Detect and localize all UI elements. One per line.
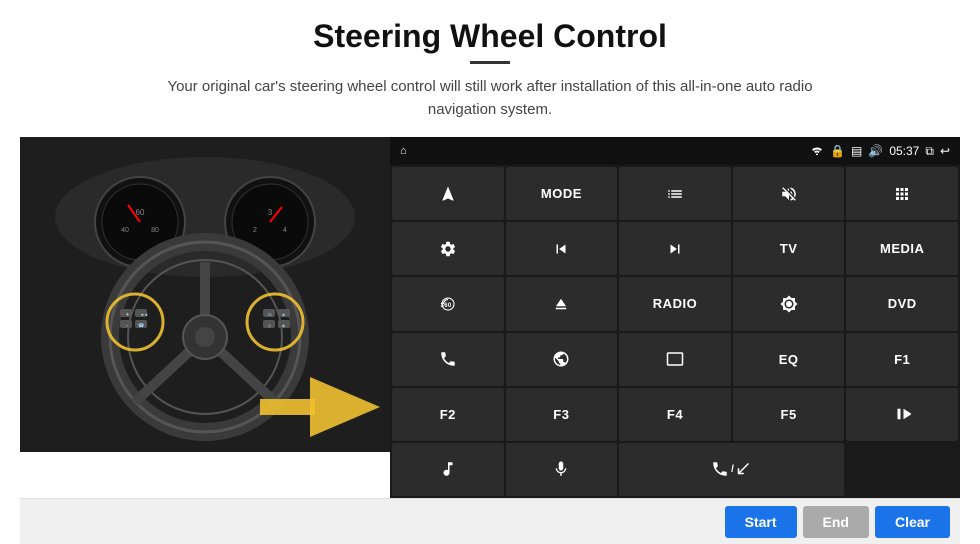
sd-icon: ▤: [851, 144, 862, 158]
f4-button[interactable]: F4: [619, 388, 731, 441]
bluetooth-icon: 🔊: [868, 144, 883, 158]
hangup-button[interactable]: /: [619, 443, 844, 496]
f3-button[interactable]: F3: [506, 388, 618, 441]
page-title: Steering Wheel Control: [313, 18, 667, 55]
back-icon: ↩: [940, 144, 950, 158]
svg-text:60: 60: [136, 208, 145, 217]
eq-button[interactable]: EQ: [733, 333, 845, 386]
settings-button[interactable]: [392, 222, 504, 275]
statusbar-left: ⌂: [400, 145, 407, 157]
playpause-button[interactable]: [846, 388, 958, 441]
svg-text:2: 2: [253, 227, 257, 234]
eject-button[interactable]: [506, 277, 618, 330]
radio-button[interactable]: RADIO: [619, 277, 731, 330]
svg-text:☊: ☊: [268, 312, 272, 317]
end-button[interactable]: End: [803, 506, 869, 538]
web-button[interactable]: [506, 333, 618, 386]
prev-button[interactable]: [506, 222, 618, 275]
statusbar-right: 🔒 ▤ 🔊 05:37 ⧉ ↩: [810, 144, 950, 159]
title-underline: [470, 61, 510, 64]
media-button[interactable]: MEDIA: [846, 222, 958, 275]
svg-text:80: 80: [151, 227, 159, 234]
brightness-button[interactable]: [733, 277, 845, 330]
svg-text:◄◄: ◄◄: [140, 312, 148, 317]
head-unit-panel: ⌂ 🔒 ▤ 🔊 05:37 ⧉ ↩: [390, 137, 960, 498]
window-icon: ⧉: [925, 144, 934, 159]
page-subtitle: Your original car's steering wheel contr…: [150, 76, 830, 121]
svg-text:+: +: [126, 312, 129, 318]
apps-button[interactable]: [846, 167, 958, 220]
next-button[interactable]: [619, 222, 731, 275]
f2-button[interactable]: F2: [392, 388, 504, 441]
f5-button[interactable]: F5: [733, 388, 845, 441]
svg-text:4: 4: [283, 227, 287, 234]
list-button[interactable]: [619, 167, 731, 220]
phone-button[interactable]: [392, 333, 504, 386]
nav-button[interactable]: [392, 167, 504, 220]
wifi-icon: [810, 144, 824, 158]
clear-button[interactable]: Clear: [875, 506, 950, 538]
mic-button[interactable]: [506, 443, 618, 496]
hu-button-grid: MODE TV: [390, 165, 960, 498]
f1-button[interactable]: F1: [846, 333, 958, 386]
dvd-button[interactable]: DVD: [846, 277, 958, 330]
home-icon: ⌂: [400, 145, 407, 157]
statusbar: ⌂ 🔒 ▤ 🔊 05:37 ⧉ ↩: [390, 137, 960, 165]
360cam-button[interactable]: 360: [392, 277, 504, 330]
screen-button[interactable]: [619, 333, 731, 386]
start-button[interactable]: Start: [725, 506, 797, 538]
mode-button[interactable]: MODE: [506, 167, 618, 220]
bottom-bar: Start End Clear: [20, 498, 960, 544]
svg-text:3: 3: [268, 208, 273, 217]
steering-wheel-image: 60 40 80 3 2 4: [20, 137, 390, 452]
lock-icon: 🔒: [830, 144, 845, 158]
svg-text:40: 40: [121, 227, 129, 234]
page-container: Steering Wheel Control Your original car…: [0, 0, 980, 544]
tv-button[interactable]: TV: [733, 222, 845, 275]
music-button[interactable]: [392, 443, 504, 496]
svg-text:☎: ☎: [138, 323, 144, 329]
time-display: 05:37: [889, 144, 919, 158]
mute-button[interactable]: [733, 167, 845, 220]
content-row: 60 40 80 3 2 4: [20, 137, 960, 498]
